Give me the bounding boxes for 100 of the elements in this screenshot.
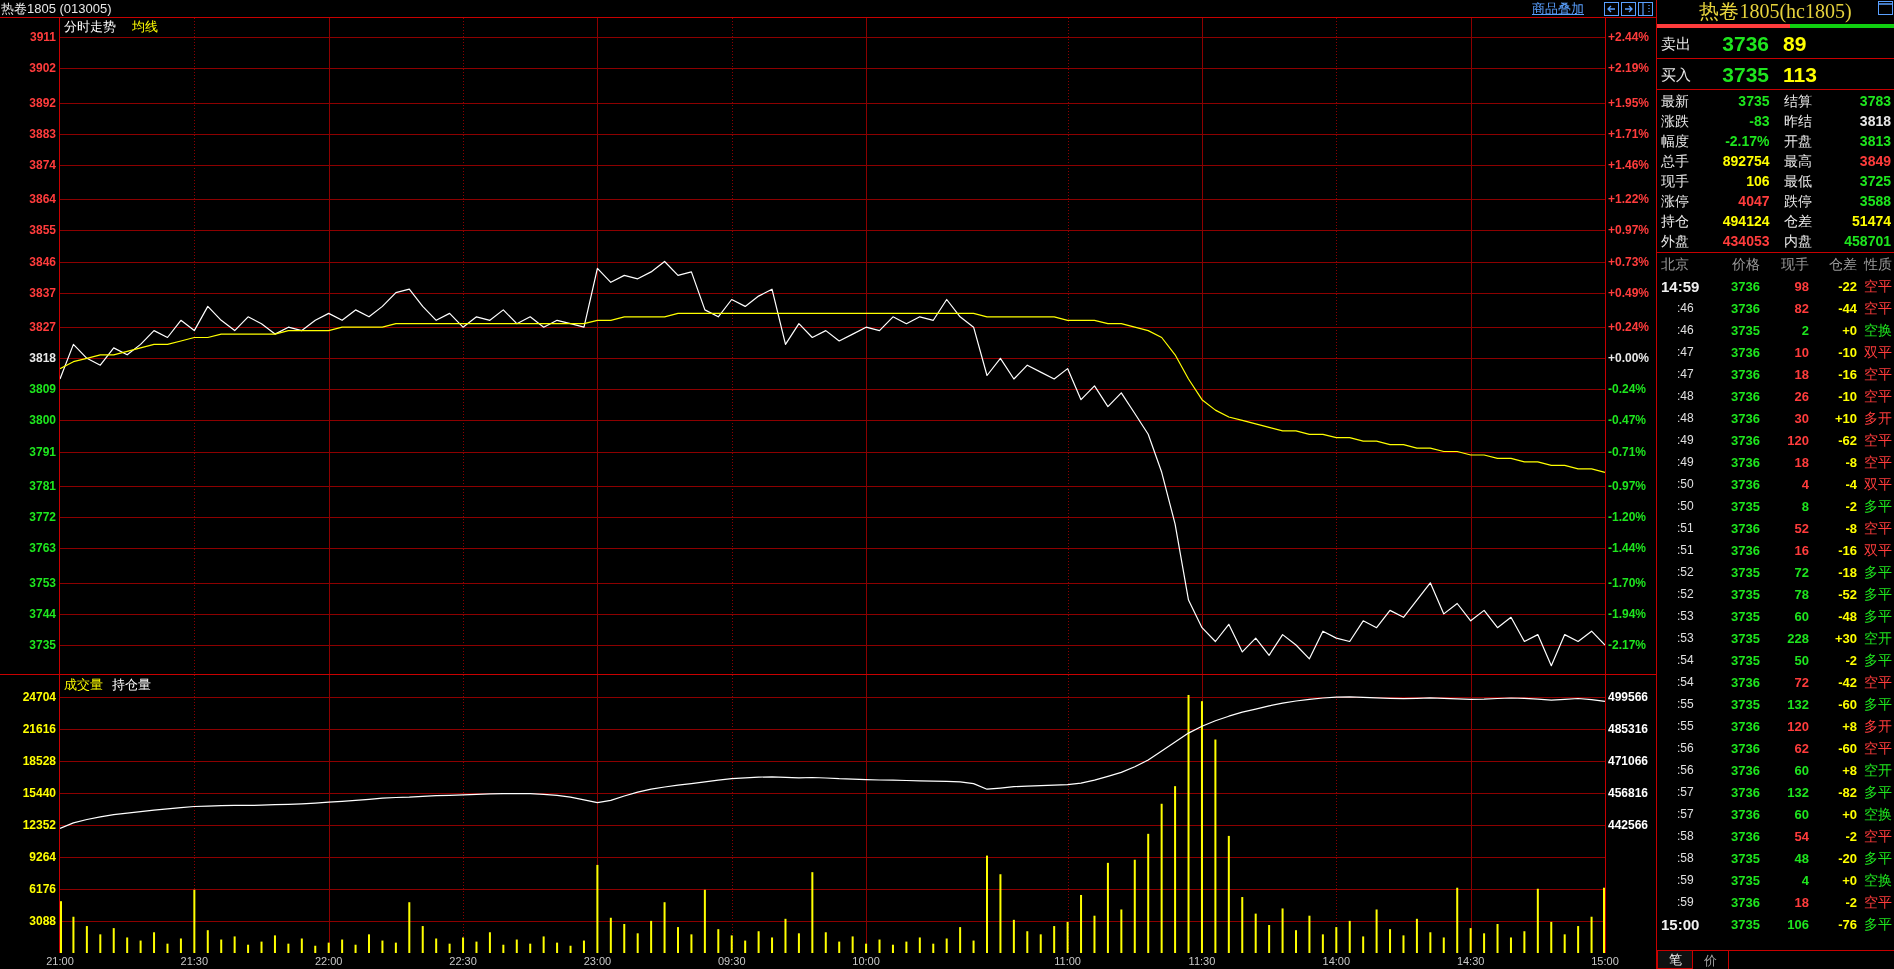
trade-price: 3736 [1730, 477, 1760, 491]
trade-volume: 16 [1793, 543, 1809, 557]
percent-axis-label: -0.97% [1608, 480, 1647, 493]
stat-label: 最低 [1783, 174, 1812, 188]
trade-oi-change: -18 [1837, 565, 1857, 579]
volume-axis-label: 21616 [22, 723, 56, 735]
trade-price: 3735 [1730, 499, 1760, 513]
trade-volume: 228 [1786, 631, 1809, 645]
trade-type: 空平 [1863, 521, 1892, 535]
trade-oi-change: -2 [1844, 499, 1857, 513]
trade-price: 3735 [1730, 653, 1760, 667]
stat-label: 总手 [1661, 154, 1689, 168]
trade-type: 双平 [1863, 477, 1892, 491]
trade-price: 3736 [1730, 785, 1760, 799]
time-axis-label: 21:30 [180, 955, 209, 967]
percent-axis-label: +2.19% [1608, 62, 1650, 75]
trade-volume: 26 [1793, 389, 1809, 403]
percent-axis-label: +0.73% [1608, 255, 1650, 268]
series-label: 成交量 [64, 677, 103, 693]
trade-oi-change: -20 [1837, 851, 1857, 865]
trade-price: 3735 [1730, 631, 1760, 645]
price-axis-label: 3818 [29, 352, 56, 365]
trade-volume: 132 [1786, 697, 1809, 711]
volume-axis-label: 9264 [29, 851, 56, 863]
trade-oi-change: -82 [1837, 785, 1857, 799]
quote-label: 卖出 [1660, 35, 1692, 51]
trade-time: :55 [1676, 720, 1694, 732]
trade-time: :46 [1676, 324, 1694, 336]
stat-label: 仓差 [1783, 214, 1812, 228]
time-axis-label: 11:30 [1188, 955, 1216, 967]
trade-time: :58 [1676, 852, 1694, 864]
trade-price: 3736 [1730, 895, 1760, 909]
trade-price: 3736 [1730, 433, 1760, 447]
open-interest-axis-label: 485316 [1608, 723, 1649, 735]
trade-oi-change: -48 [1837, 609, 1857, 623]
trade-volume: 8 [1800, 499, 1809, 513]
trade-time: :51 [1676, 522, 1694, 534]
trade-volume: 54 [1793, 829, 1809, 843]
series-label: 持仓量 [112, 677, 151, 693]
trade-time: 14:59 [1660, 278, 1700, 294]
chart-title: 热卷1805 (013005) [0, 2, 112, 15]
trade-volume: 48 [1793, 851, 1809, 865]
trade-type: 空换 [1863, 323, 1892, 337]
trade-time: :57 [1676, 786, 1694, 798]
trade-type: 多平 [1863, 851, 1892, 865]
trade-oi-change: -22 [1837, 279, 1857, 293]
trade-oi-change: -8 [1844, 455, 1857, 469]
trade-oi-change: +30 [1833, 631, 1857, 645]
trade-price: 3736 [1730, 741, 1760, 755]
percent-axis-label: -0.71% [1608, 445, 1647, 458]
price-axis-label: 3846 [29, 255, 56, 268]
trade-type: 空换 [1863, 807, 1892, 821]
trade-volume: 4 [1800, 873, 1809, 887]
open-interest-axis-label: 499566 [1608, 691, 1649, 703]
trade-time: :52 [1676, 588, 1694, 600]
stat-value: 892754 [1722, 154, 1770, 168]
trade-price: 3736 [1730, 367, 1760, 381]
stat-label: 最新 [1661, 94, 1689, 108]
price-axis-label: 3735 [29, 638, 56, 651]
trade-volume: 4 [1800, 477, 1809, 491]
stat-label: 昨结 [1783, 114, 1812, 128]
stat-label: 跌停 [1783, 194, 1812, 208]
trade-time: :49 [1676, 434, 1694, 446]
trade-oi-change: -8 [1844, 521, 1857, 535]
trade-volume: 82 [1793, 301, 1809, 315]
trade-price: 3736 [1730, 763, 1760, 777]
stat-value: 106 [1746, 174, 1770, 188]
trade-time: :57 [1676, 808, 1694, 820]
trade-price: 3735 [1730, 917, 1760, 931]
stat-value: 458701 [1844, 234, 1891, 248]
percent-axis-label: +0.00% [1608, 352, 1650, 365]
percent-axis-label: +0.24% [1608, 321, 1650, 334]
trade-type: 多平 [1863, 697, 1892, 711]
stat-label: 结算 [1783, 94, 1812, 108]
price-axis-label: 3883 [29, 127, 56, 140]
trade-type: 空换 [1863, 873, 1892, 887]
trade-time: :50 [1676, 500, 1694, 512]
percent-axis-label: +1.22% [1608, 193, 1650, 206]
price-axis-label: 3744 [29, 607, 56, 620]
trade-price: 3735 [1730, 565, 1760, 579]
trade-price: 3736 [1730, 807, 1760, 821]
time-axis-label: 23:00 [583, 955, 612, 967]
trade-time: :48 [1676, 390, 1694, 402]
trade-type: 空平 [1863, 433, 1892, 447]
trade-oi-change: -44 [1837, 301, 1857, 315]
trade-price: 3736 [1730, 301, 1760, 315]
stat-value: 434053 [1722, 234, 1770, 248]
trade-price: 3735 [1730, 323, 1760, 337]
trade-price: 3736 [1730, 543, 1760, 557]
percent-axis-label: -2.17% [1608, 638, 1647, 651]
stat-label: 现手 [1661, 174, 1689, 188]
trade-type: 空平 [1863, 367, 1892, 381]
percent-axis-label: +1.71% [1608, 127, 1650, 140]
price-axis-label: 3855 [29, 224, 56, 237]
stat-value: 494124 [1722, 214, 1770, 228]
trade-type: 双平 [1863, 543, 1892, 557]
trade-volume: 106 [1786, 917, 1809, 931]
trade-type: 多开 [1863, 719, 1892, 733]
trade-price: 3736 [1730, 455, 1760, 469]
trade-oi-change: -60 [1837, 741, 1857, 755]
